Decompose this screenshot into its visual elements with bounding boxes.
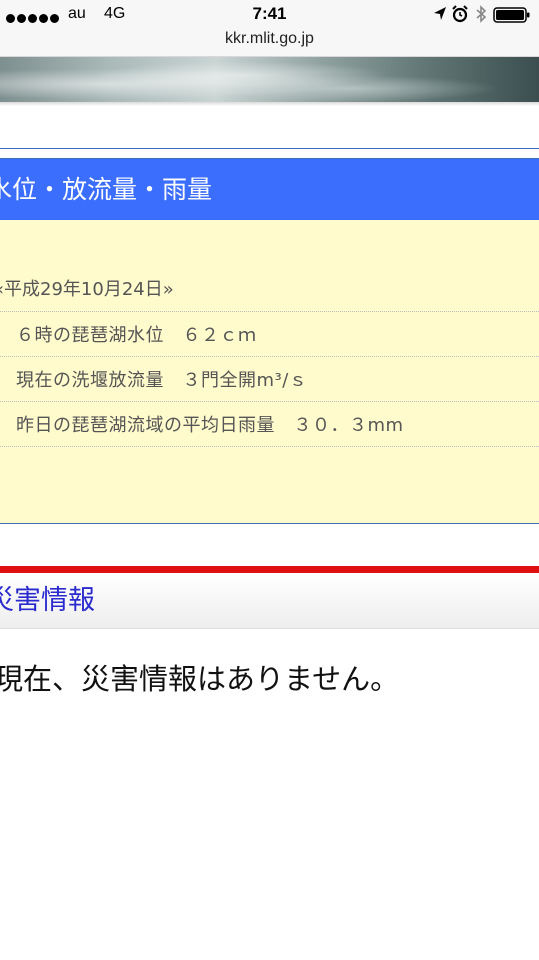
row-divider xyxy=(0,446,539,447)
discharge-row: 現在の洗堰放流量 ３門全開m³/ｓ xyxy=(0,356,539,401)
address-bar[interactable]: kkr.mlit.go.jp xyxy=(0,28,539,57)
water-info-title: 水位・放流量・雨量 xyxy=(0,159,539,220)
battery-icon xyxy=(493,7,530,23)
water-info-date: «平成29年10月24日» xyxy=(0,279,174,300)
disaster-info-title: 災害情報 xyxy=(0,573,539,629)
status-bar: au 4G 7:41 xyxy=(0,0,539,28)
water-info-panel: 水位・放流量・雨量 «平成29年10月24日» ６時の琵琶湖水位 ６２ｃｍ 現在… xyxy=(0,158,539,524)
alarm-clock-icon xyxy=(452,5,468,23)
header-photo xyxy=(0,57,539,102)
water-level-row: ６時の琵琶湖水位 ６２ｃｍ xyxy=(0,311,539,356)
rainfall-row: 昨日の琵琶湖流域の平均日雨量 ３０．３mm xyxy=(0,401,539,446)
section-divider xyxy=(0,148,539,149)
bluetooth-icon xyxy=(476,5,487,23)
location-arrow-icon xyxy=(434,7,446,20)
disaster-divider xyxy=(0,566,539,573)
url-text: kkr.mlit.go.jp xyxy=(225,30,314,47)
header-shadow xyxy=(0,102,539,106)
disaster-info-message: 現在、災害情報はありません。 xyxy=(0,662,400,696)
